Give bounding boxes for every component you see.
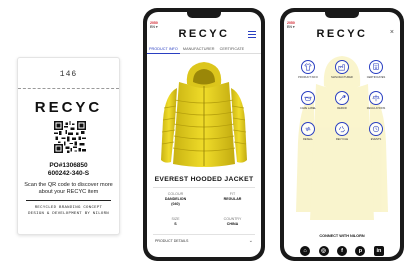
regulations-icon	[372, 94, 380, 102]
menu-item-label: REGULATIONS	[366, 106, 386, 110]
phone-product-info: 2050 EN ▾ RECYC PRODUCT INFO MANUFACTURE…	[143, 8, 265, 261]
phone-menu: 2050 EN ▾ RECYC × PRODUCT INFO MANUFACTU…	[280, 8, 404, 261]
attr-colour: COLOUR DANDELION (040)	[147, 192, 204, 207]
product-name: EVEREST HOODED JACKET	[154, 176, 254, 183]
events-icon	[372, 125, 380, 133]
phone-notch	[325, 12, 359, 18]
menu-item-label: CARE LABEL	[299, 106, 316, 110]
menu-item-label: REPAIR	[337, 106, 347, 110]
menu-item-resell[interactable]: RESELL	[295, 122, 321, 141]
tag-perforation	[18, 88, 119, 89]
hang-tag: 146 RECYC PO#1306850 600242-340-S Scan t…	[17, 57, 120, 235]
menu-item-regulations[interactable]: REGULATIONS	[363, 91, 389, 110]
hamburger-menu-icon[interactable]	[248, 31, 256, 39]
app-logo: RECYC	[178, 28, 230, 40]
instagram-icon[interactable]: ◎	[318, 245, 329, 256]
menu-item-label: PRODUCT INFO	[298, 75, 318, 79]
attr-fit: FIT REGULAR	[204, 192, 261, 202]
connect-label: CONNECT WITH NILORN	[319, 234, 365, 238]
factory-icon	[338, 64, 345, 71]
pinterest-icon[interactable]: p	[355, 245, 366, 256]
menu-item-label: MANUFACTURER	[331, 75, 353, 79]
tab-bar: PRODUCT INFO MANUFACTURER CERTIFICATE	[147, 45, 261, 54]
menu-item-label: EVENTS	[370, 137, 382, 141]
menu-item-label: CERTIFICATES	[366, 75, 386, 79]
marketing-composition: 146 RECYC PO#1306850 600242-340-S Scan t…	[0, 0, 409, 261]
tag-logo: RECYC	[34, 99, 103, 116]
jacket-image	[161, 62, 247, 167]
menu-item-manufacturer[interactable]: MANUFACTURER	[329, 60, 355, 79]
shirt-icon	[304, 63, 312, 71]
menu-item-repair[interactable]: REPAIR	[329, 91, 355, 110]
menu-screen: 2050 EN ▾ RECYC × PRODUCT INFO MANUFACTU…	[284, 12, 400, 257]
menu-item-certificates[interactable]: CERTIFICATES	[363, 60, 389, 79]
product-screen: 2050 EN ▾ RECYC PRODUCT INFO MANUFACTURE…	[147, 12, 261, 257]
facebook-icon[interactable]: f	[337, 245, 347, 256]
tag-divider	[26, 200, 111, 201]
certificate-icon	[373, 63, 379, 70]
menu-item-product-info[interactable]: PRODUCT INFO	[295, 60, 321, 79]
resell-icon	[305, 126, 311, 132]
attr-country-value: CHINA	[226, 221, 239, 226]
product-image	[147, 60, 261, 173]
attr-country: COUNTRY CHINA	[204, 217, 261, 227]
app-logo: RECYC	[316, 28, 368, 40]
tab-product-info[interactable]: PRODUCT INFO	[147, 45, 180, 54]
tag-footer: RECYCLED BRANDING CONCEPT DESIGN & DEVEL…	[22, 205, 115, 217]
qr-code[interactable]	[54, 121, 86, 153]
divider	[153, 187, 255, 188]
product-details-toggle[interactable]: PRODUCT DETAILS ⌄	[155, 238, 253, 244]
close-icon[interactable]: ×	[390, 29, 394, 36]
product-details-label: PRODUCT DETAILS	[155, 239, 189, 243]
divider	[153, 234, 255, 235]
chevron-down-icon: ⌄	[248, 238, 253, 244]
menu-item-label: RECYCLE	[335, 137, 349, 141]
tab-certificate[interactable]: CERTIFICATE	[218, 45, 247, 53]
phone-notch	[187, 12, 221, 18]
care-label-icon	[304, 96, 312, 101]
social-links: ⌂ ◎ f p in	[284, 242, 400, 257]
attr-colour-code: (040)	[171, 201, 180, 206]
tag-scan-text: Scan the QR code to discover more about …	[24, 182, 113, 195]
tag-number: 146	[59, 70, 78, 79]
linkedin-icon[interactable]: in	[373, 245, 384, 256]
tag-sku: 600242-340-S	[47, 170, 90, 177]
attr-fit-value: REGULAR	[223, 196, 242, 201]
tab-manufacturer[interactable]: MANUFACTURER	[181, 45, 217, 53]
home-icon[interactable]: ⌂	[300, 245, 311, 256]
menu-item-care-label[interactable]: CARE LABEL	[295, 91, 321, 110]
menu-item-label: RESELL	[303, 137, 313, 141]
recycle-icon	[338, 126, 346, 133]
tag-po-number: PO#1306850	[49, 162, 88, 169]
attr-size-value: S	[174, 221, 177, 226]
attr-size: SIZE S	[147, 217, 204, 227]
repair-icon	[339, 95, 346, 101]
tag-footer-line2: DESIGN & DEVELOPMENT BY NILORN	[27, 212, 109, 216]
menu-item-recycle[interactable]: RECYCLE	[329, 122, 355, 141]
menu-item-events[interactable]: EVENTS	[363, 122, 389, 141]
